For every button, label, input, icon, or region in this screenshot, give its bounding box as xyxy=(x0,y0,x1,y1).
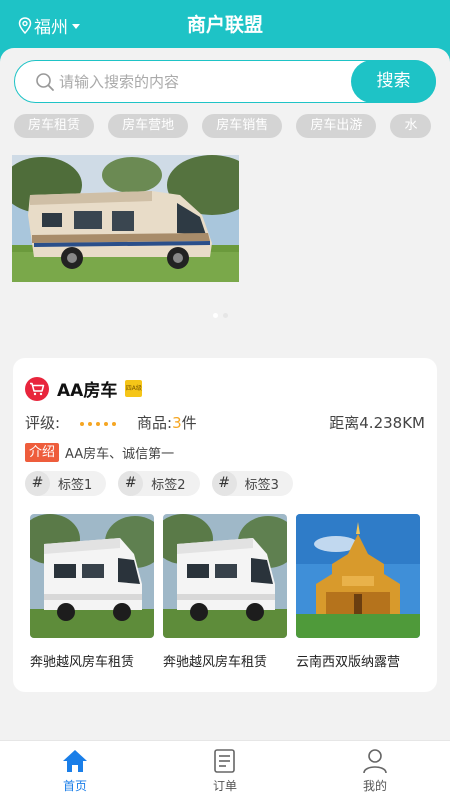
category-tags: 房车租赁 房车营地 房车销售 房车出游 水 xyxy=(14,114,450,140)
shop-distance: 距离4.238KM xyxy=(329,414,425,432)
bottom-tab-bar: 首页 订单 我的 xyxy=(0,740,450,800)
page-title: 商户联盟 xyxy=(186,14,263,36)
rating-dot xyxy=(104,422,108,426)
category-tag[interactable]: 水 xyxy=(390,114,432,138)
goods-count: 商品:3件 xyxy=(137,412,197,433)
pagination-dot xyxy=(223,313,228,318)
tab-label: 订单 xyxy=(212,779,237,793)
search-icon xyxy=(36,73,54,91)
rv-banner-illustration xyxy=(12,155,239,282)
product-image xyxy=(296,514,420,638)
shop-header: AA房车 四A级 xyxy=(25,376,143,401)
hash-icon: # xyxy=(25,471,50,496)
shop-card[interactable]: AA房车 四A级 评级: 商品:3件 距离4.238KM 介绍 AA房车、诚信第… xyxy=(13,358,437,692)
category-tag[interactable]: 房车销售 xyxy=(202,114,283,138)
hash-icon: # xyxy=(118,471,144,496)
label-text: 标签1 xyxy=(58,478,93,493)
shop-label-chip[interactable]: # 标签2 xyxy=(118,471,200,496)
rating-dot xyxy=(80,422,84,426)
rating-stars xyxy=(80,416,120,426)
tab-profile[interactable]: 我的 xyxy=(300,741,450,800)
shop-level-badge: 四A级 xyxy=(125,380,143,397)
hash-icon: # xyxy=(211,471,237,496)
rating-dot xyxy=(88,422,92,426)
product-name: 云南西双版纳露营 xyxy=(296,655,401,670)
goods-number: 3 xyxy=(172,414,182,432)
intro-text: AA房车、诚信第一 xyxy=(65,447,175,462)
label-text: 标签3 xyxy=(244,478,279,493)
banner-image[interactable] xyxy=(12,155,239,282)
label-text: 标签2 xyxy=(151,478,186,493)
banner-pagination xyxy=(213,313,233,318)
rating-dot xyxy=(96,422,100,426)
product-name: 奔驰越风房车租赁 xyxy=(30,655,135,670)
product-item[interactable]: 云南西双版纳露营 xyxy=(296,514,420,670)
search-input[interactable] xyxy=(59,69,349,95)
product-image xyxy=(30,514,154,638)
profile-icon xyxy=(363,749,387,774)
tab-label: 我的 xyxy=(362,779,387,793)
product-item[interactable]: 奔驰越风房车租赁 xyxy=(30,514,154,670)
product-name: 奔驰越风房车租赁 xyxy=(163,655,268,670)
goods-suffix: 件 xyxy=(181,414,197,432)
intro-label: 介绍 xyxy=(25,443,60,462)
shop-name[interactable]: AA房车 xyxy=(57,376,117,401)
category-tag[interactable]: 房车营地 xyxy=(108,114,189,138)
rating-dot xyxy=(112,422,116,426)
rating-label: 评级: xyxy=(25,414,61,432)
tab-orders[interactable]: 订单 xyxy=(150,741,300,800)
product-image xyxy=(163,514,287,638)
cart-icon xyxy=(25,376,49,401)
home-icon xyxy=(63,750,87,772)
shop-meta: 评级: 商品:3件 距离4.238KM xyxy=(25,412,425,434)
product-list: 奔驰越风房车租赁 奔驰越风房车租赁 云南西双版纳露营 xyxy=(30,514,429,670)
shop-label-chip[interactable]: # 标签3 xyxy=(211,471,293,496)
shop-labels: # 标签1 # 标签2 # 标签3 xyxy=(25,471,305,496)
product-item[interactable]: 奔驰越风房车租赁 xyxy=(163,514,287,670)
shop-label-chip[interactable]: # 标签1 xyxy=(25,471,107,496)
tab-label: 首页 xyxy=(62,779,87,793)
tab-home[interactable]: 首页 xyxy=(0,741,150,800)
shop-intro: 介绍 AA房车、诚信第一 xyxy=(25,443,174,462)
search-button[interactable]: 搜索 xyxy=(351,60,436,103)
search-bar: 搜索 xyxy=(14,60,436,103)
category-tag[interactable]: 房车出游 xyxy=(296,114,377,138)
goods-prefix: 商品: xyxy=(137,414,173,432)
order-icon xyxy=(214,749,235,773)
category-tag[interactable]: 房车租赁 xyxy=(14,114,95,138)
pagination-dot-active xyxy=(213,313,218,318)
